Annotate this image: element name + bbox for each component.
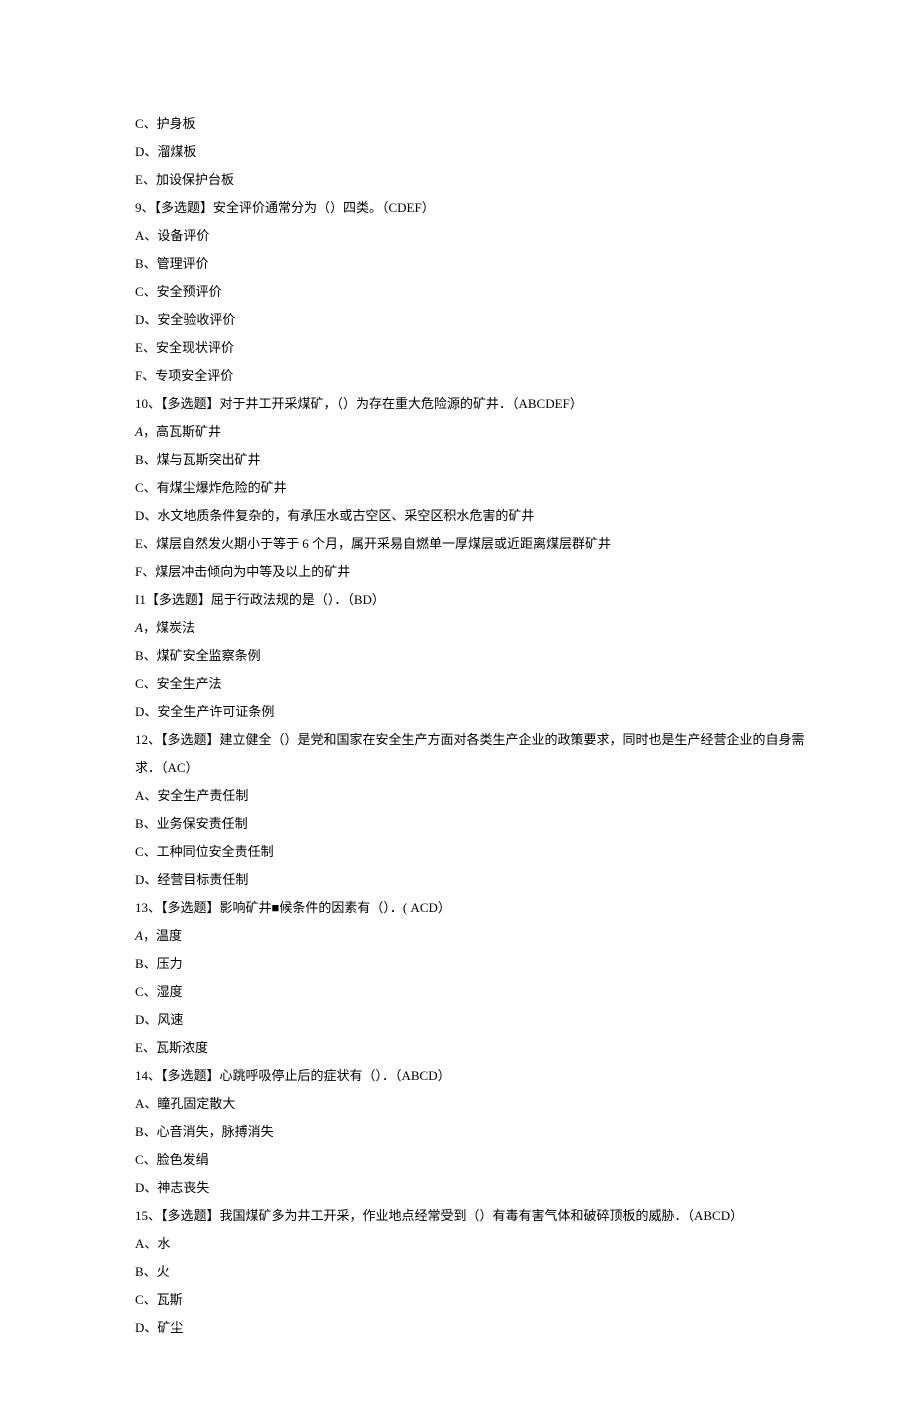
text-line: C、安全生产法 — [135, 670, 785, 698]
text-line: F、煤层冲击倾向为中等及以上的矿井 — [135, 558, 785, 586]
text-line: A，温度 — [135, 922, 785, 950]
text-line: B、煤与瓦斯突出矿井 — [135, 446, 785, 474]
text-line: C、瓦斯 — [135, 1286, 785, 1314]
text-line: C、有煤尘爆炸危险的矿井 — [135, 474, 785, 502]
text-line: A、设备评价 — [135, 222, 785, 250]
text-line: D、溜煤板 — [135, 138, 785, 166]
text-line: 9、【多选题】安全评价通常分为（）四类。（CDEF） — [135, 194, 785, 222]
text-line: D、安全验收评价 — [135, 306, 785, 334]
text-line: A，煤炭法 — [135, 614, 785, 642]
text-line: 13、【多选题】影响矿井■候条件的因素有（）．( ACD） — [135, 894, 785, 922]
text-line: B、管理评价 — [135, 250, 785, 278]
text-line: E、加设保护台板 — [135, 166, 785, 194]
text-line: E、安全现状评价 — [135, 334, 785, 362]
option-text: ，温度 — [143, 928, 182, 943]
text-line: D、矿尘 — [135, 1314, 785, 1342]
text-line: A，高瓦斯矿井 — [135, 418, 785, 446]
text-line: C、工种同位安全责任制 — [135, 838, 785, 866]
text-line: 14、【多选题】心跳呼吸停止后的症状有（）．（ABCD） — [135, 1062, 785, 1090]
text-line: 10、【多选题】对于井工开采煤矿，（）为存在重大危险源的矿井．（ABCDEF） — [135, 390, 785, 418]
option-text: ，煤炭法 — [143, 620, 195, 635]
text-line: B、火 — [135, 1258, 785, 1286]
text-line: E、煤层自然发火期小于等于 6 个月，属开采易自燃单一厚煤层或近距离煤层群矿井 — [135, 530, 785, 558]
text-line: A、安全生产责任制 — [135, 782, 785, 810]
text-line: I1【多选题】屈于行政法规的是（）．（BD） — [135, 586, 785, 614]
text-line: D、神志丧失 — [135, 1174, 785, 1202]
text-line: 12、【多选题】建立健全（）是党和国家在安全生产方面对各类生产企业的政策要求，同… — [135, 726, 785, 754]
option-letter: A — [135, 424, 143, 439]
text-line: D、安全生产许可证条例 — [135, 698, 785, 726]
text-line: B、心音消失，脉搏消失 — [135, 1118, 785, 1146]
option-letter: A — [135, 620, 143, 635]
text-line: A、水 — [135, 1230, 785, 1258]
text-line: C、护身板 — [135, 110, 785, 138]
text-line: F、专项安全评价 — [135, 362, 785, 390]
text-line: A、瞳孔固定散大 — [135, 1090, 785, 1118]
text-line: C、脸色发绢 — [135, 1146, 785, 1174]
text-line: 15、【多选题】我国煤矿多为井工开采，作业地点经常受到（）有毒有害气体和破碎顶板… — [135, 1202, 785, 1230]
text-line: B、压力 — [135, 950, 785, 978]
text-line: D、风速 — [135, 1006, 785, 1034]
option-letter: A — [135, 928, 143, 943]
text-line: 求．（AC） — [135, 754, 785, 782]
text-line: C、安全预评价 — [135, 278, 785, 306]
option-text: ，高瓦斯矿井 — [143, 424, 221, 439]
text-line: E、瓦斯浓度 — [135, 1034, 785, 1062]
text-line: B、业务保安责任制 — [135, 810, 785, 838]
document-page: C、护身板D、溜煤板E、加设保护台板9、【多选题】安全评价通常分为（）四类。（C… — [0, 0, 920, 1402]
text-line: D、经营目标责任制 — [135, 866, 785, 894]
text-line: B、煤矿安全监察条例 — [135, 642, 785, 670]
text-line: C、湿度 — [135, 978, 785, 1006]
text-line: D、水文地质条件复杂的，有承压水或古空区、采空区积水危害的矿井 — [135, 502, 785, 530]
